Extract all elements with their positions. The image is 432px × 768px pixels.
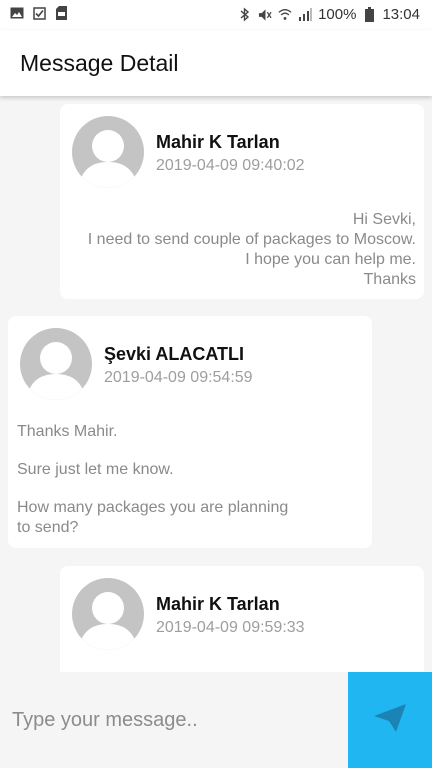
- mute-icon: [258, 8, 272, 22]
- status-right: 100% 13:04: [238, 6, 420, 23]
- message-timestamp: 2019-04-09 09:40:02: [156, 157, 305, 174]
- message-card: Mahir K Tarlan 2019-04-09 09:59:33: [60, 566, 424, 672]
- message-body: Thanks Mahir. Sure just let me know. How…: [17, 422, 317, 538]
- bluetooth-icon: [238, 7, 252, 22]
- sd-card-icon: [54, 6, 68, 20]
- checkbox-icon: [32, 6, 46, 20]
- message-line: Sure just let me know.: [17, 461, 174, 478]
- battery-percent: 100%: [318, 6, 357, 23]
- clock: 13:04: [382, 6, 420, 23]
- sender-name: Mahir K Tarlan: [156, 132, 280, 152]
- message-composer: [0, 672, 432, 768]
- send-icon: [372, 702, 408, 739]
- send-button[interactable]: [348, 672, 432, 768]
- message-line: I hope you can help me.: [245, 251, 416, 268]
- image-icon: [10, 6, 24, 20]
- avatar: [72, 116, 144, 188]
- message-card: Şevki ALACATLI 2019-04-09 09:54:59 Thank…: [8, 316, 372, 548]
- message-line: Thanks: [363, 271, 416, 288]
- message-line: I need to send couple of packages to Mos…: [87, 231, 416, 248]
- message-input[interactable]: [0, 672, 348, 768]
- message-line: Hi Sevki,: [352, 211, 416, 228]
- signal-icon: [298, 8, 313, 22]
- message-line: How many packages you are planning: [17, 499, 289, 516]
- wifi-icon: [278, 8, 292, 22]
- app-bar: Message Detail: [0, 30, 432, 96]
- sender-name: Şevki ALACATLI: [104, 344, 245, 364]
- status-left: [10, 6, 68, 20]
- message-timestamp: 2019-04-09 09:59:33: [156, 619, 305, 636]
- message-body: Hi Sevki, I need to send couple of packa…: [66, 210, 416, 290]
- page-title: Message Detail: [20, 50, 179, 76]
- battery-icon: [362, 7, 376, 22]
- sender-name: Mahir K Tarlan: [156, 594, 280, 614]
- message-card: Mahir K Tarlan 2019-04-09 09:40:02 Hi Se…: [60, 104, 424, 299]
- message-timestamp: 2019-04-09 09:54:59: [104, 369, 253, 386]
- avatar: [20, 328, 92, 400]
- status-bar: 100% 13:04: [0, 0, 432, 30]
- message-line: Thanks Mahir.: [17, 423, 118, 440]
- message-list[interactable]: Mahir K Tarlan 2019-04-09 09:40:02 Hi Se…: [0, 96, 432, 672]
- message-line: to send?: [17, 519, 79, 536]
- avatar: [72, 578, 144, 650]
